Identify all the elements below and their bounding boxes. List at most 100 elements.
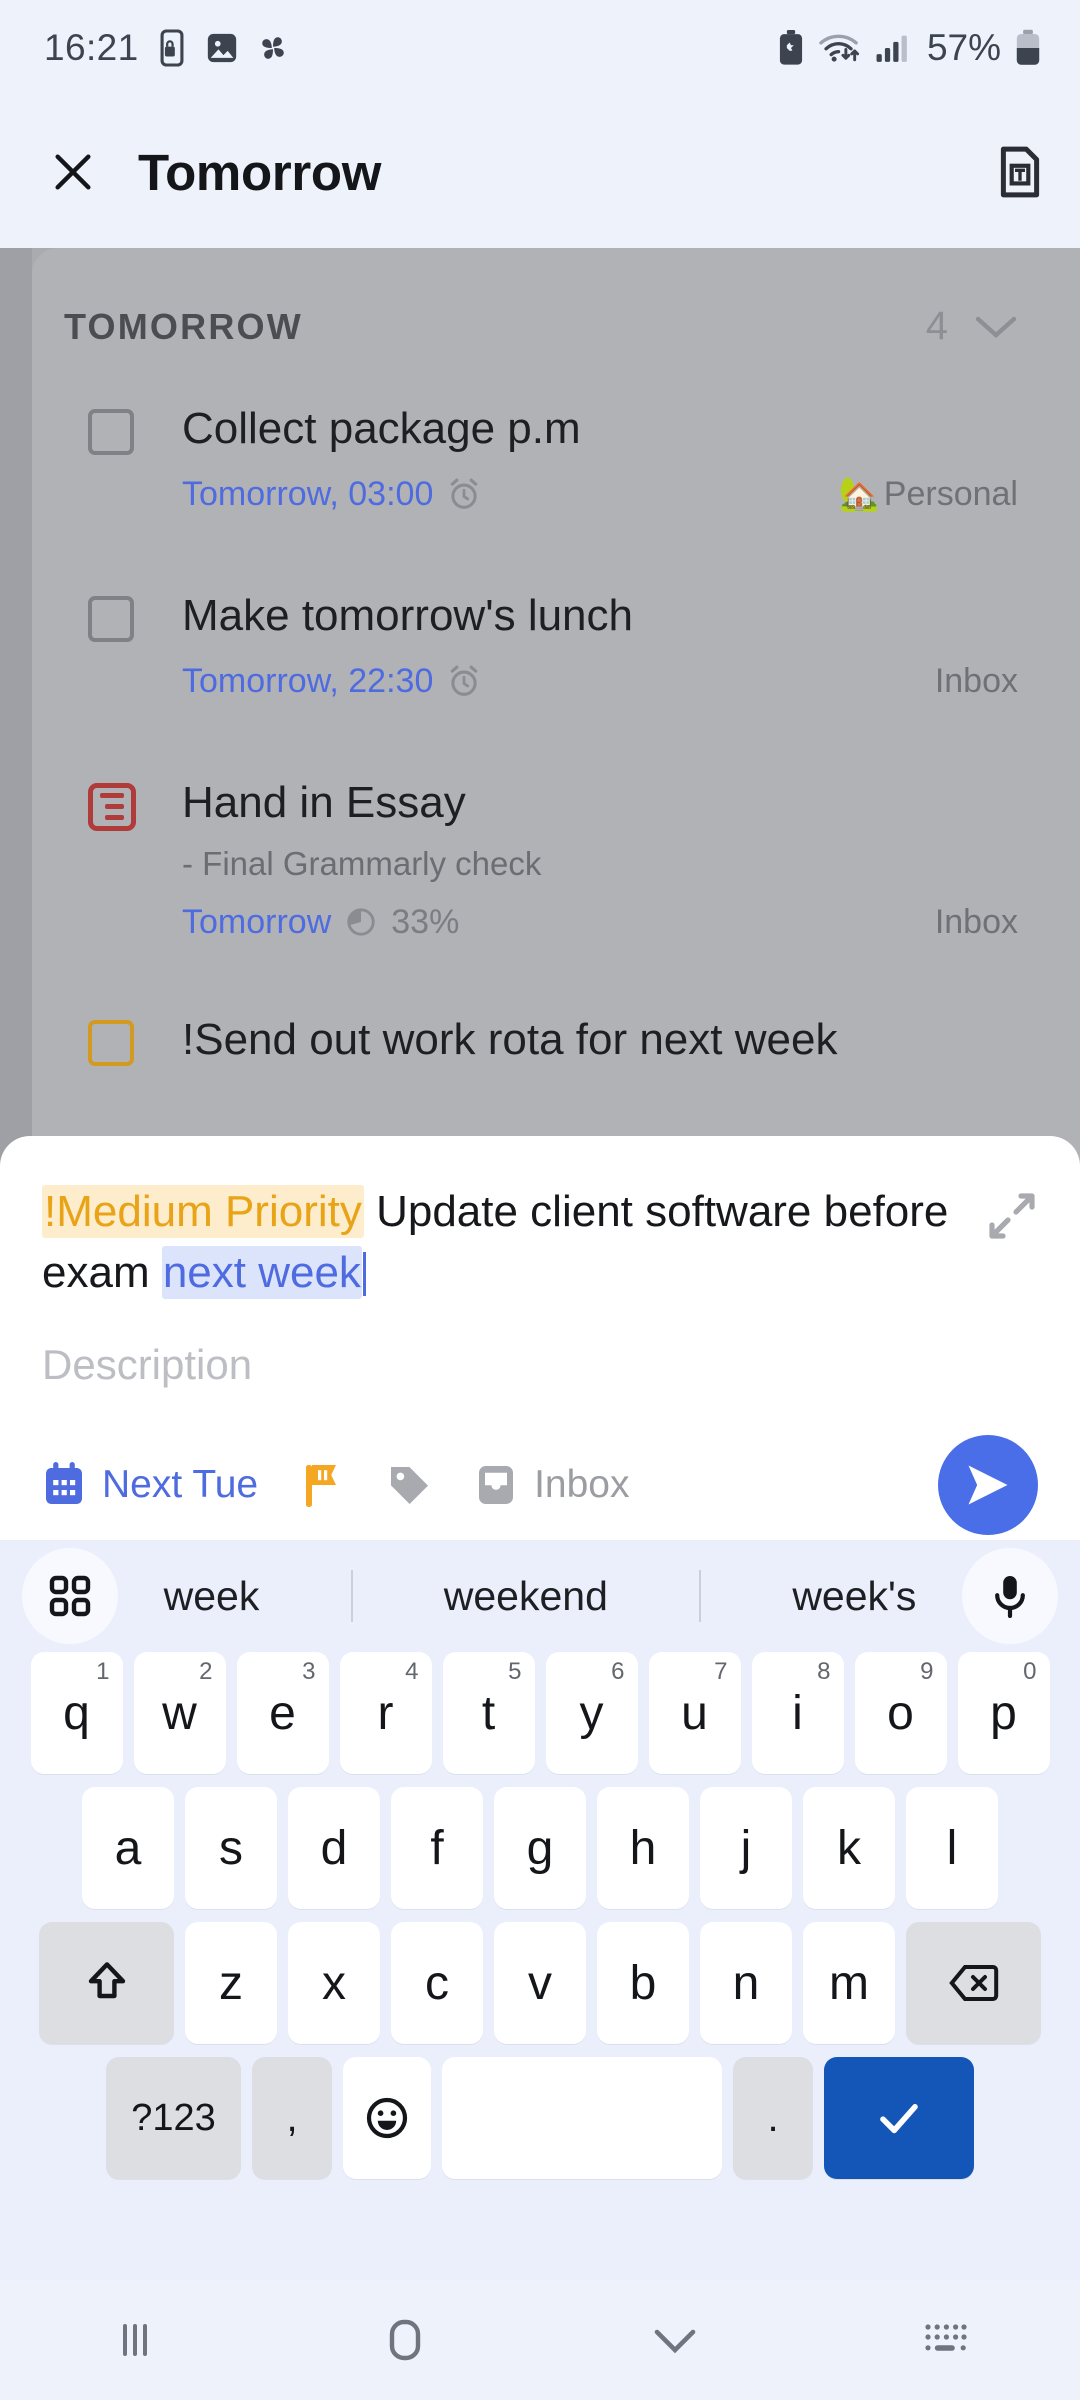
symbols-key[interactable]: ?123 (106, 2057, 241, 2179)
key-sup: 8 (817, 1658, 831, 1685)
key-label: e (269, 1686, 296, 1740)
key-f[interactable]: f (391, 1787, 483, 1909)
emoji-icon (365, 2096, 409, 2140)
text-caret (362, 1251, 366, 1296)
key-i[interactable]: 8i (751, 1652, 844, 1774)
due-date-button[interactable]: Next Tue (42, 1462, 258, 1508)
chevron-down-icon[interactable] (974, 312, 1018, 342)
task-checkbox[interactable] (88, 1014, 144, 1066)
template-text-icon[interactable] (996, 145, 1044, 199)
key-q[interactable]: 1q (30, 1652, 123, 1774)
signal-icon (875, 32, 909, 64)
send-icon (962, 1459, 1014, 1511)
checkbox-unchecked-icon[interactable] (88, 595, 134, 642)
suggestion-item[interactable]: week (164, 1573, 260, 1620)
key-m[interactable]: m (803, 1922, 895, 2044)
expand-arrows-icon[interactable] (986, 1190, 1038, 1242)
key-u[interactable]: 7u (648, 1652, 741, 1774)
task-meta-left: Tomorrow, 03:00 (182, 475, 481, 514)
subtask-list-icon[interactable] (88, 782, 136, 831)
space-key[interactable] (442, 2057, 722, 2179)
enter-key[interactable] (824, 2057, 974, 2179)
project-button[interactable]: Inbox (474, 1462, 629, 1508)
key-r[interactable]: 4r (339, 1652, 432, 1774)
checkmark-icon (875, 2094, 923, 2142)
task-row[interactable]: Collect package p.m Tomorrow, 03:00 🏡 Pe… (32, 403, 1080, 514)
key-sup: 0 (1023, 1658, 1037, 1685)
dismiss-keyboard-button[interactable] (540, 2322, 810, 2358)
battery-percent: 57% (926, 27, 1001, 68)
key-k[interactable]: k (803, 1787, 895, 1909)
key-c[interactable]: c (391, 1922, 483, 2044)
suggestion-divider (350, 1570, 353, 1622)
microphone-icon[interactable] (962, 1548, 1058, 1644)
status-bar: 16:21 57% (0, 0, 1080, 96)
date-token[interactable]: next week (161, 1245, 362, 1299)
task-title: !Send out work rota for next week (182, 1014, 838, 1064)
keyboard-row-3: z x c v b n m (0, 1922, 1080, 2044)
system-nav-bar (0, 2280, 1080, 2400)
task-row[interactable]: Make tomorrow's lunch Tomorrow, 22:30 In… (32, 590, 1080, 701)
send-button[interactable] (938, 1435, 1038, 1536)
key-x[interactable]: x (288, 1922, 380, 2044)
description-input[interactable]: Description (42, 1341, 1038, 1389)
status-bar-right: 57% (777, 27, 1042, 69)
shift-key[interactable] (39, 1922, 174, 2044)
key-b[interactable]: b (597, 1922, 689, 2044)
key-j[interactable]: j (700, 1787, 792, 1909)
task-content: !Send out work rota for next week (182, 1014, 1018, 1066)
task-checkbox[interactable] (88, 403, 144, 514)
key-t[interactable]: 5t (442, 1652, 535, 1774)
app-bar: Tomorrow (0, 96, 1080, 248)
key-h[interactable]: h (597, 1787, 689, 1909)
suggestion-item[interactable]: weekend (444, 1573, 608, 1620)
task-subtask-marker[interactable] (88, 777, 144, 942)
key-a[interactable]: a (82, 1787, 174, 1909)
key-label: u (681, 1686, 708, 1740)
key-s[interactable]: s (185, 1787, 277, 1909)
checkbox-unchecked-icon[interactable] (88, 409, 134, 455)
task-title-input[interactable]: !Medium Priority Update client software … (42, 1182, 1038, 1303)
section-header-tomorrow[interactable]: TOMORROW 4 (32, 248, 1080, 349)
keyboard-grid-icon[interactable] (22, 1548, 118, 1644)
quick-add-sheet: !Medium Priority Update client software … (0, 1136, 1080, 1540)
key-n[interactable]: n (700, 1922, 792, 2044)
task-content: Collect package p.m Tomorrow, 03:00 🏡 Pe… (182, 403, 1018, 514)
image-icon (205, 31, 239, 65)
project-label: Inbox (534, 1463, 630, 1507)
suggestion-item[interactable]: week's (792, 1573, 916, 1620)
comma-key[interactable]: , (252, 2057, 332, 2179)
close-icon[interactable] (50, 149, 96, 195)
task-row[interactable]: Hand in Essay - Final Grammarly check To… (32, 777, 1080, 942)
label-button[interactable] (386, 1462, 432, 1508)
key-p[interactable]: 0p (957, 1652, 1050, 1774)
home-button[interactable] (270, 2316, 540, 2364)
task-checkbox[interactable] (88, 590, 144, 701)
priority-token[interactable]: !Medium Priority (42, 1185, 364, 1238)
task-title: Make tomorrow's lunch (182, 590, 633, 640)
key-l[interactable]: l (906, 1787, 998, 1909)
due-date-label: Next Tue (102, 1463, 259, 1507)
emoji-key[interactable] (343, 2057, 431, 2179)
task-title-text: !Medium Priority Update client software … (42, 1182, 962, 1303)
key-label: y (579, 1686, 604, 1740)
key-g[interactable]: g (494, 1787, 586, 1909)
key-o[interactable]: 9o (854, 1652, 947, 1774)
keyboard-switch-button[interactable] (810, 2321, 1080, 2359)
backspace-key[interactable] (906, 1922, 1041, 2044)
task-due-date: Tomorrow, 03:00 (182, 474, 434, 513)
key-d[interactable]: d (288, 1787, 380, 1909)
priority-button[interactable] (300, 1461, 344, 1509)
key-sup: 5 (508, 1658, 522, 1685)
key-e[interactable]: 3e (236, 1652, 329, 1774)
key-z[interactable]: z (185, 1922, 277, 2044)
checkbox-priority-icon[interactable] (88, 1019, 134, 1066)
key-v[interactable]: v (494, 1922, 586, 2044)
period-key[interactable]: . (733, 2057, 813, 2179)
key-y[interactable]: 6y (545, 1652, 638, 1774)
key-w[interactable]: 2w (133, 1652, 226, 1774)
recents-button[interactable] (0, 2318, 270, 2362)
task-row[interactable]: !Send out work rota for next week (32, 1014, 1080, 1066)
key-sup: 4 (405, 1658, 419, 1685)
key-label: i (792, 1686, 803, 1740)
